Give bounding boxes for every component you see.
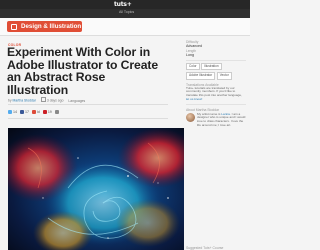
share-pinterest-button[interactable]: 19 [42,109,52,115]
divider [186,103,246,105]
difficulty-value[interactable]: Advanced [186,44,246,48]
suggested-course-heading: Suggested Tuts+ Course [186,246,224,250]
calendar-icon [40,97,46,102]
byline-prefix: by [8,98,12,103]
author-avatar[interactable] [186,112,195,122]
brand-button[interactable]: Design & Illustration [7,21,82,32]
pinterest-icon [42,110,47,114]
google-plus-icon [32,110,36,114]
share-count: 19 [47,110,52,114]
about-author: My artist name is Lanira. I am a designe… [186,112,246,128]
byline: by Martha Stoddar 3 days ago Languages [8,97,85,103]
share-facebook-button[interactable]: 17 [20,109,29,115]
languages-link[interactable]: Languages [68,99,85,103]
twitter-icon [8,110,12,114]
tag-adobe-illustrator[interactable]: Adobe Illustrator [186,71,216,80]
translations-text: Tuts+ tutorials are translated by our co… [186,85,246,102]
share-email-button[interactable] [54,109,60,115]
share-twitter-button[interactable]: 14 [8,109,17,115]
divider [8,104,168,105]
translations-body: Tuts+ tutorials are translated by our co… [186,85,242,98]
article-title: Experiment With Color in Adobe Illustrat… [7,45,159,97]
divider [8,118,168,119]
divider [186,59,246,61]
design-category-icon [11,23,17,30]
tag-list: Color Illustration Adobe Illustrator Vec… [186,62,246,80]
email-icon [54,110,59,114]
length-value: Long [186,53,194,58]
share-count: 17 [25,110,29,114]
tag-illustration[interactable]: Illustration [201,62,222,71]
publish-date: 3 days ago [46,98,64,103]
all-topics-link[interactable]: All Topics [119,10,134,14]
site-logo[interactable]: tuts+ [114,1,132,8]
sidebar: Difficulty Advanced Length Long Color Il… [186,40,246,128]
share-count: 14 [13,110,17,114]
translations-link[interactable]: let us know! [186,97,202,101]
share-count: ld [37,110,40,114]
author-link[interactable]: Martha Stoddar [13,99,36,103]
author-bio: My artist name is Lanira. I am a designe… [197,112,246,128]
facebook-icon [20,110,24,114]
brand-label: Design & Illustration [21,23,82,30]
hero-image [8,128,184,250]
share-row: 14 17 ld 19 [8,109,60,115]
tag-vector[interactable]: Vector [216,71,232,80]
share-google-plus-button[interactable]: ld [32,109,40,115]
tag-color[interactable]: Color [186,62,200,71]
